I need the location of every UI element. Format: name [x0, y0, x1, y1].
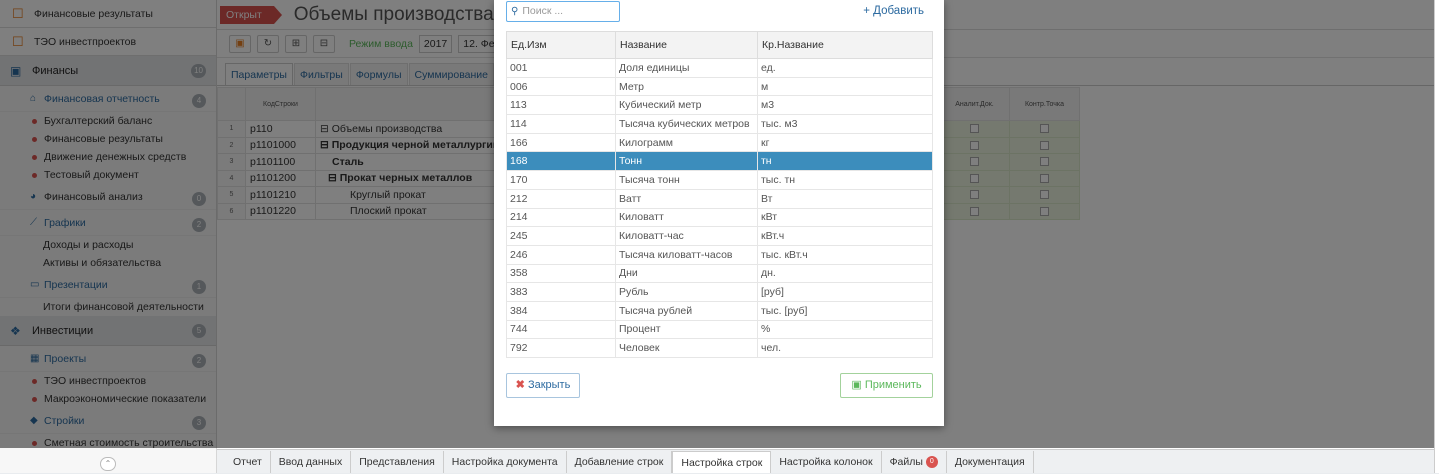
table-row[interactable]: 166 Килограмм кг	[506, 132, 933, 153]
unit-name-cell: Тысяча тонн	[615, 170, 758, 190]
unit-code-cell: 246	[506, 244, 616, 265]
unit-name-cell: Тысяча рублей	[615, 300, 758, 321]
table-row[interactable]: 246 Тысяча киловатт-часов тыс. кВт.ч	[506, 244, 933, 265]
unit-short-cell: [руб]	[757, 282, 933, 302]
unit-code-cell: 384	[506, 300, 616, 321]
table-row[interactable]: 245 Киловатт-час кВт.ч	[506, 226, 933, 246]
unit-short-cell: тыс. м3	[757, 114, 933, 134]
collapse-sidebar-button[interactable]: ⌃	[100, 457, 116, 471]
save-icon: ▣	[851, 379, 862, 391]
unit-name-cell: Киловатт-час	[615, 226, 758, 246]
unit-name-cell: Рубль	[615, 282, 758, 302]
unit-short-cell: дн.	[757, 263, 933, 284]
files-count-badge: 0	[925, 455, 938, 468]
unit-name-cell: Метр	[615, 76, 758, 97]
add-button[interactable]: + Добавить	[863, 5, 924, 17]
table-row[interactable]: 001 Доля единицы ед.	[506, 58, 933, 78]
unit-short-cell: м3	[757, 95, 933, 116]
unit-code-cell: 166	[506, 132, 616, 153]
table-row[interactable]: 212 Ватт Вт	[506, 188, 933, 209]
unit-name-cell: Человек	[615, 338, 758, 358]
tab-files[interactable]: Файлы 0	[882, 450, 947, 473]
tab-views[interactable]: Представления	[351, 450, 444, 473]
unit-code-cell: 168	[506, 151, 616, 172]
table-row[interactable]: 006 Метр м	[506, 76, 933, 97]
table-row[interactable]: 168 Тонн тн	[506, 151, 933, 172]
search-icon: ⚲	[511, 6, 519, 17]
unit-name-cell: Доля единицы	[615, 58, 758, 78]
unit-name-cell: Тысяча киловатт-часов	[615, 244, 758, 265]
unit-name-cell: Тысяча кубических метров	[615, 114, 758, 134]
unit-code-cell: 001	[506, 58, 616, 78]
close-button[interactable]: ✖ Закрыть	[506, 373, 580, 398]
unit-code-cell: 744	[506, 319, 616, 340]
unit-code-cell: 214	[506, 207, 616, 228]
tab-add-rows[interactable]: Добавление строк	[567, 450, 673, 473]
table-row[interactable]: 792 Человек чел.	[506, 338, 933, 358]
tab-column-settings[interactable]: Настройка колонок	[771, 450, 882, 473]
unit-short-cell: тн	[757, 151, 933, 172]
unit-short-cell: %	[757, 319, 933, 340]
col-unit-code[interactable]: Ед.Изм	[506, 31, 616, 59]
search-input[interactable]: ⚲ Поиск ...	[506, 1, 620, 22]
units-table: Ед.Изм Название Кр.Название 001 Доля един…	[506, 31, 933, 358]
unit-short-cell: ед.	[757, 58, 933, 78]
unit-name-cell: Киловатт	[615, 207, 758, 228]
unit-name-cell: Килограмм	[615, 132, 758, 153]
tab-document-settings[interactable]: Настройка документа	[444, 450, 567, 473]
table-row[interactable]: 214 Киловатт кВт	[506, 207, 933, 228]
table-row[interactable]: 383 Рубль [руб]	[506, 282, 933, 302]
unit-short-cell: тыс. тн	[757, 170, 933, 190]
unit-name-cell: Дни	[615, 263, 758, 284]
unit-code-cell: 170	[506, 170, 616, 190]
plus-icon: +	[863, 5, 870, 17]
bottom-tabs: Отчет Ввод данных Представления Настройк…	[217, 449, 1439, 473]
unit-name-cell: Кубический метр	[615, 95, 758, 116]
unit-name-cell: Тонн	[615, 151, 758, 172]
table-row[interactable]: 114 Тысяча кубических метров тыс. м3	[506, 114, 933, 134]
col-short-name[interactable]: Кр.Название	[757, 31, 933, 59]
page-scrollbar[interactable]	[1434, 0, 1439, 473]
unit-short-cell: кВт.ч	[757, 226, 933, 246]
units-picker-modal: ⚲ Поиск ... + Добавить Ед.Изм Название Кр…	[494, 0, 944, 426]
unit-name-cell: Ватт	[615, 188, 758, 209]
unit-short-cell: кг	[757, 132, 933, 153]
unit-short-cell: чел.	[757, 338, 933, 358]
unit-code-cell: 212	[506, 188, 616, 209]
unit-code-cell: 114	[506, 114, 616, 134]
unit-code-cell: 245	[506, 226, 616, 246]
close-icon: ✖	[515, 379, 525, 391]
unit-code-cell: 792	[506, 338, 616, 358]
tab-row-settings[interactable]: Настройка строк	[672, 450, 772, 473]
col-name[interactable]: Название	[615, 31, 758, 59]
table-row[interactable]: 358 Дни дн.	[506, 263, 933, 284]
table-row[interactable]: 384 Тысяча рублей тыс. [руб]	[506, 300, 933, 321]
unit-name-cell: Процент	[615, 319, 758, 340]
tab-documentation[interactable]: Документация	[947, 450, 1034, 473]
unit-short-cell: тыс. кВт.ч	[757, 244, 933, 265]
unit-code-cell: 006	[506, 76, 616, 97]
table-row[interactable]: 170 Тысяча тонн тыс. тн	[506, 170, 933, 190]
tab-report[interactable]: Отчет	[225, 450, 271, 473]
unit-short-cell: тыс. [руб]	[757, 300, 933, 321]
unit-code-cell: 113	[506, 95, 616, 116]
tab-data-entry[interactable]: Ввод данных	[271, 450, 352, 473]
unit-code-cell: 383	[506, 282, 616, 302]
table-row[interactable]: 113 Кубический метр м3	[506, 95, 933, 116]
unit-short-cell: м	[757, 76, 933, 97]
unit-code-cell: 358	[506, 263, 616, 284]
apply-button[interactable]: ▣ Применить	[840, 373, 933, 398]
unit-short-cell: кВт	[757, 207, 933, 228]
table-row[interactable]: 744 Процент%	[506, 319, 933, 340]
unit-short-cell: Вт	[757, 188, 933, 209]
